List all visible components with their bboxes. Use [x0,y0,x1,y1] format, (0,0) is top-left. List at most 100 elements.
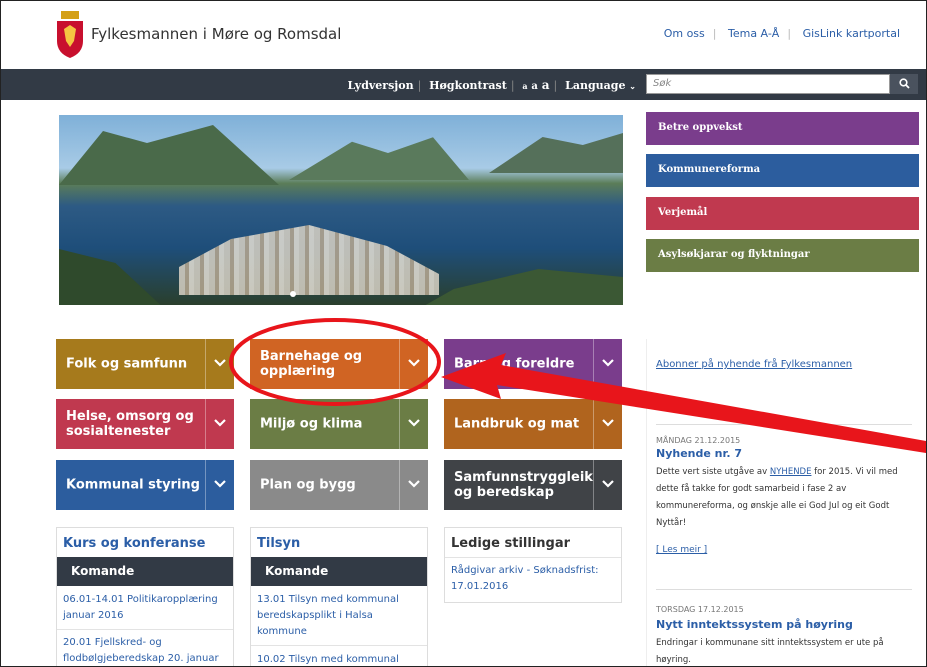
chevron-down-icon: ⌄ [629,81,636,91]
tile-landbruk-og-mat[interactable]: Landbruk og mat [444,399,622,449]
tile-samfunnstryggleik[interactable]: Samfunnstryggleik og beredskap [444,460,622,510]
nyhende-link[interactable]: NYHENDE [770,467,812,477]
chevron-down-icon [602,419,614,427]
tile-label: Helse, omsorg og sosialtenester [66,409,194,439]
read-more-link[interactable]: [ Les meir ] [656,545,707,555]
news-panel: Abonner på nyhende frå Fylkesmannen MÅND… [646,339,920,666]
divider: | [712,27,717,40]
quick-link-betre-oppvekst[interactable]: Betre oppvekst [646,112,919,145]
font-large-button[interactable]: a [542,78,550,92]
tile-toggle[interactable] [593,339,622,389]
search-input[interactable]: Søk [646,74,890,94]
tile-label: Miljø og klima [260,416,363,432]
tile-folk-og-samfunn[interactable]: Folk og samfunn [56,339,234,389]
mountain [489,133,623,173]
mountain [59,125,279,185]
news-title[interactable]: Nyhende nr. 7 [656,447,742,460]
divider [656,589,912,590]
news-date: MÅNDAG 21.12.2015 [656,436,741,445]
font-small-button[interactable]: a [522,81,527,91]
language-dropdown[interactable]: Language [565,79,625,92]
chevron-down-icon [214,419,226,427]
tile-label: Folk og samfunn [66,356,188,372]
top-navigation: Om oss | Tema A-Å | GisLink kartportal [656,27,908,40]
vacancies-box: Ledige stillingar Rådgivar arkiv - Søkna… [444,527,622,603]
quick-link-kommunereforma[interactable]: Kommunereforma [646,154,919,187]
topics-link[interactable]: Tema A-Å [720,27,787,40]
hero-image[interactable] [59,115,623,305]
chevron-down-icon [408,359,420,367]
news-text: Dette vert siste utgåve av [656,467,770,477]
tile-barn-og-foreldre[interactable]: Barn og foreldre [444,339,622,389]
gislink-link[interactable]: GisLink kartportal [795,27,908,40]
tile-toggle[interactable] [205,460,234,510]
tile-toggle[interactable] [399,399,428,449]
chevron-down-icon [214,480,226,488]
tile-miljo-og-klima[interactable]: Miljø og klima [250,399,428,449]
quick-link-asylsokjarar[interactable]: Asylsøkjarar og flyktningar [646,239,919,272]
tile-toggle[interactable] [205,399,234,449]
high-contrast-link[interactable]: Høgkontrast [429,79,507,92]
divider [57,629,233,630]
font-medium-button[interactable]: a [531,81,537,92]
tile-plan-og-bygg[interactable]: Plan og bygg [250,460,428,510]
divider [445,557,621,558]
list-item[interactable]: 10.02 Tilsyn med kommunal [257,652,417,666]
divider: | [417,79,422,92]
upcoming-header: Komande [57,557,233,586]
list-item[interactable]: 06.01-14.01 Politikaropplæring januar 20… [63,592,223,624]
tile-label: Plan og bygg [260,477,356,493]
courses-title[interactable]: Kurs og konferanse [63,536,206,551]
courses-box: Kurs og konferanse Komande 06.01-14.01 P… [56,527,234,666]
chevron-down-icon [602,480,614,488]
upcoming-header: Komande [251,557,427,586]
chevron-down-icon [408,419,420,427]
tile-toggle[interactable] [593,460,622,510]
news-date: TORSDAG 17.12.2015 [656,605,744,614]
tile-label: Kommunal styring [66,477,200,493]
news-body: Endringar i kommunane sitt inntektssyste… [656,638,884,665]
divider: | [553,79,558,92]
news-title[interactable]: Nytt inntektssystem på høyring [656,618,853,631]
supervision-box: Tilsyn Komande 13.01 Tilsyn med kommunal… [250,527,428,666]
tile-toggle[interactable] [399,460,428,510]
chevron-down-icon [214,359,226,367]
search-icon [898,78,910,89]
carousel-dot[interactable] [290,291,296,297]
search-button[interactable] [890,74,918,94]
tile-helse-omsorg[interactable]: Helse, omsorg og sosialtenester [56,399,234,449]
divider [251,645,427,646]
utility-bar: Lydversjon | Høgkontrast | a a a | Language… [1,69,926,100]
tile-label: Landbruk og mat [454,416,580,432]
about-link[interactable]: Om oss [656,27,713,40]
list-item[interactable]: Rådgivar arkiv - Søknadsfrist: 17.01.201… [451,563,611,595]
tile-kommunal-styring[interactable]: Kommunal styring [56,460,234,510]
browser-frame: Fylkesmannen i Møre og Romsdal Om oss | T… [0,0,927,667]
tile-label: Samfunnstryggleik og beredskap [454,470,593,500]
tile-toggle[interactable] [593,399,622,449]
subscribe-link[interactable]: Abonner på nyhende frå Fylkesmannen [656,359,852,370]
chevron-down-icon [602,359,614,367]
site-header: Fylkesmannen i Møre og Romsdal Om oss | T… [1,1,926,69]
mountain [289,137,469,180]
vacancies-title[interactable]: Ledige stillingar [451,536,570,551]
tile-toggle[interactable] [205,339,234,389]
divider [656,424,912,425]
audio-version-link[interactable]: Lydversjon [347,79,413,92]
chevron-down-icon [408,480,420,488]
tile-label: Barnehage og opplæring [260,349,363,379]
site-title[interactable]: Fylkesmannen i Møre og Romsdal [91,25,341,43]
tile-barnehage-og-opplaering[interactable]: Barnehage og opplæring [250,339,428,389]
supervision-title[interactable]: Tilsyn [257,536,300,551]
divider: | [787,27,792,40]
accessibility-tools: Lydversjon | Høgkontrast | a a a | Language… [347,78,636,92]
list-item[interactable]: 13.01 Tilsyn med kommunal beredskapsplik… [257,592,417,640]
tile-toggle[interactable] [399,339,428,389]
list-item[interactable]: 20.01 Fjellskred- og flodbølgjeberedskap… [63,635,223,666]
divider: | [510,79,515,92]
news-body: Dette vert siste utgåve av NYHENDE for 2… [656,464,916,532]
tile-label: Barn og foreldre [454,356,575,372]
quick-link-verjemal[interactable]: Verjemål [646,197,919,230]
town [179,225,439,295]
coat-of-arms-icon[interactable] [55,11,85,59]
